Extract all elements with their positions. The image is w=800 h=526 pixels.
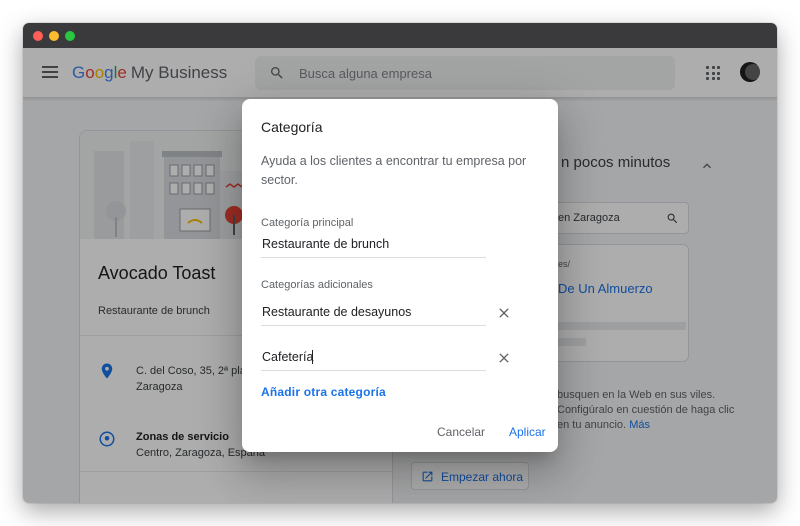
- close-icon[interactable]: [496, 350, 512, 366]
- close-window-button[interactable]: [33, 31, 43, 41]
- additional-categories-label: Categorías adicionales: [261, 279, 373, 291]
- text-cursor: [312, 350, 313, 364]
- dialog-help-text: Ayuda a los clientes a encontrar tu empr…: [261, 154, 527, 187]
- app-content: Google My Business Busca alguna empresa …: [23, 48, 777, 503]
- dialog-title: Categoría: [261, 119, 323, 135]
- close-icon[interactable]: [496, 305, 512, 321]
- additional-category-field[interactable]: [261, 300, 486, 326]
- apply-button[interactable]: Aplicar: [509, 425, 546, 439]
- primary-category-input[interactable]: [261, 232, 486, 256]
- additional-category-field[interactable]: [261, 345, 486, 371]
- additional-category-input[interactable]: [261, 300, 486, 324]
- primary-category-label: Categoría principal: [261, 217, 354, 229]
- window-titlebar: [23, 23, 777, 48]
- browser-window: Google My Business Busca alguna empresa …: [23, 23, 777, 503]
- minimize-window-button[interactable]: [49, 31, 59, 41]
- additional-category-input[interactable]: [261, 345, 486, 369]
- add-category-link[interactable]: Añadir otra categoría: [261, 385, 386, 399]
- primary-category-field[interactable]: [261, 232, 486, 258]
- maximize-window-button[interactable]: [65, 31, 75, 41]
- cancel-button[interactable]: Cancelar: [437, 425, 485, 439]
- category-dialog: Categoría Ayuda a los clientes a encontr…: [242, 99, 558, 452]
